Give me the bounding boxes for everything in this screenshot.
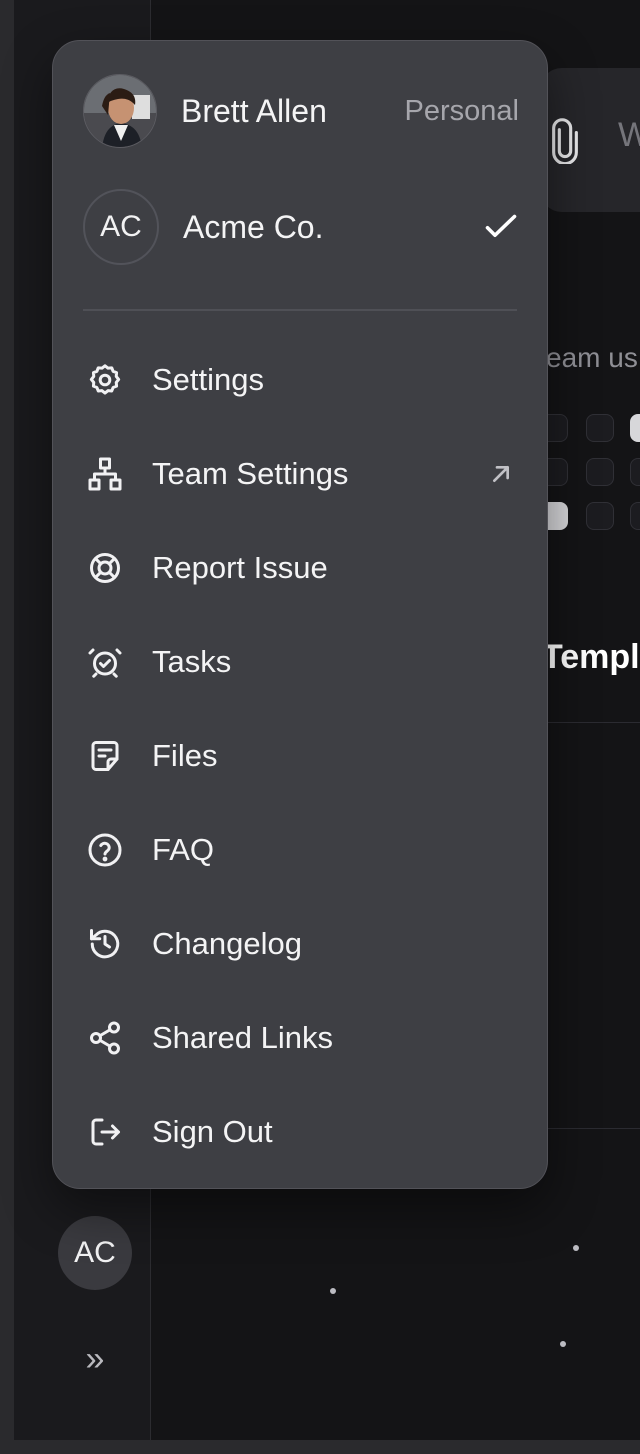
menu-item-shared-links[interactable]: Shared Links [87, 991, 517, 1085]
sidebar-user-avatar[interactable]: AC [58, 1216, 132, 1290]
usage-cell [586, 414, 614, 442]
menu-item-label: Shared Links [152, 1020, 333, 1055]
menu-divider [83, 309, 517, 311]
help-circle-icon [88, 833, 122, 867]
menu-item-label: FAQ [152, 832, 215, 867]
usage-cell [586, 458, 614, 486]
profile-photo-icon [84, 75, 156, 147]
menu-item-label: Report Issue [152, 550, 328, 585]
menu-item-report-issue[interactable]: Report Issue [87, 521, 517, 615]
usage-cell [630, 502, 640, 530]
team-hierarchy-icon [88, 457, 122, 491]
section-divider [540, 1128, 640, 1129]
alarm-clock-icon [88, 648, 122, 678]
account-menu: Settings Team Settings Report Issue Task… [87, 333, 517, 1179]
background-dot [573, 1245, 579, 1251]
section-divider [540, 722, 640, 723]
app-screen: AC » W eam us Templ Brett Allen Personal… [0, 0, 640, 1454]
menu-item-tasks[interactable]: Tasks [87, 615, 517, 709]
settings-gear-icon [89, 364, 121, 395]
account-type-badge: Personal [404, 94, 519, 127]
menu-item-label: Changelog [152, 926, 302, 961]
account-menu-popover: Brett Allen Personal AC Acme Co. Setting… [52, 40, 548, 1189]
menu-item-label: Sign Out [152, 1114, 273, 1149]
background-dot [560, 1341, 566, 1347]
team-usage-partial-text: eam us [546, 342, 638, 373]
menu-item-label: Tasks [152, 644, 232, 679]
templates-heading-partial: Templ [542, 638, 640, 676]
file-note-icon [91, 741, 119, 771]
account-name: Acme Co. [183, 208, 324, 245]
external-link-icon [493, 466, 509, 482]
team-avatar: AC [83, 189, 159, 265]
menu-item-label: Team Settings [152, 456, 349, 491]
placeholder-partial-text: W [618, 116, 640, 154]
lifebuoy-icon [90, 553, 120, 583]
account-name: Brett Allen [181, 92, 327, 129]
double-chevron-right-icon[interactable]: » [78, 1342, 112, 1376]
menu-item-settings[interactable]: Settings [87, 333, 517, 427]
paperclip-icon[interactable] [548, 118, 582, 164]
profile-photo-avatar [83, 74, 157, 148]
menu-item-files[interactable]: Files [87, 709, 517, 803]
menu-item-sign-out[interactable]: Sign Out [87, 1085, 517, 1179]
menu-item-faq[interactable]: FAQ [87, 803, 517, 897]
menu-item-changelog[interactable]: Changelog [87, 897, 517, 991]
account-row-team[interactable]: AC Acme Co. [83, 187, 519, 267]
menu-item-label: Files [152, 738, 218, 773]
usage-cell [630, 458, 640, 486]
left-rail [0, 0, 14, 1440]
account-row-personal[interactable]: Brett Allen Personal [83, 71, 519, 151]
share-icon [90, 1021, 120, 1055]
bottom-strip [0, 1440, 640, 1454]
menu-item-team-settings[interactable]: Team Settings [87, 427, 517, 521]
checkmark-icon [485, 214, 517, 238]
menu-item-label: Settings [152, 362, 265, 397]
sign-out-icon [91, 1118, 120, 1146]
background-dot [330, 1288, 336, 1294]
history-icon [90, 929, 120, 959]
usage-cell [586, 502, 614, 530]
usage-cell [630, 414, 640, 442]
